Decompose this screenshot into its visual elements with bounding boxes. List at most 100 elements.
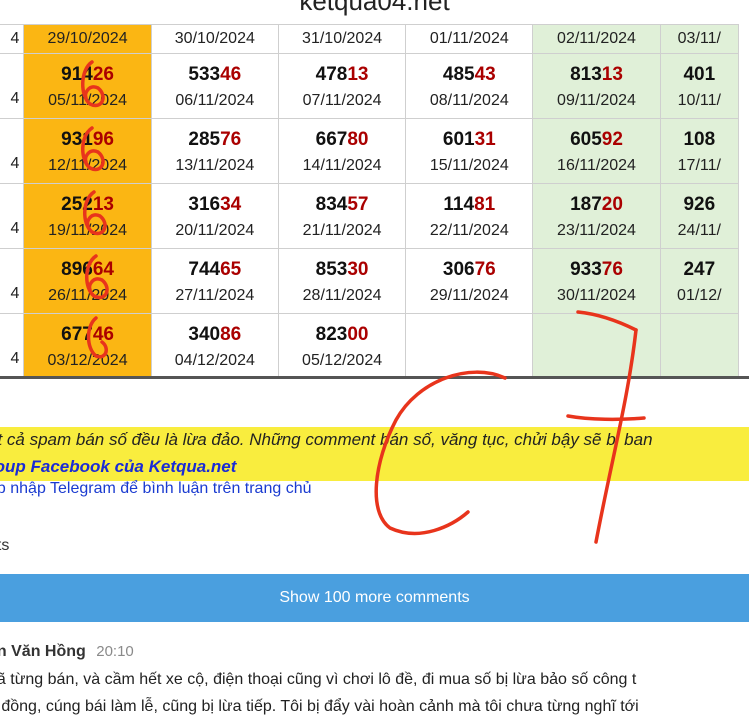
result-date: 12/11/2024	[48, 157, 127, 174]
comment-text-line-2: ô đồng, cúng bái làm lễ, cũng bị lừa tiế…	[0, 698, 639, 715]
result-date: 27/11/2024	[175, 287, 255, 304]
result-number: 18720	[534, 194, 659, 216]
result-number-suffix: 26	[92, 64, 114, 85]
result-number-suffix: 31	[474, 129, 496, 150]
result-cell: 60592 16/11/2024	[532, 118, 661, 184]
notice-text: ất cả spam bán số đều là lừa đảo. Những …	[0, 430, 653, 449]
result-number: 74465	[152, 259, 277, 281]
comment-author[interactable]: ễn Văn Hồng 20:10	[0, 643, 134, 661]
result-cell: 85330 28/11/2024	[277, 248, 407, 314]
result-number-prefix: 914	[61, 64, 93, 85]
result-number-suffix: 76	[474, 259, 496, 280]
header-date-cell: 30/10/2024	[150, 24, 279, 54]
result-date: 16/11/2024	[557, 157, 636, 174]
result-number-suffix: 81	[474, 194, 496, 215]
header-date: 31/10/2024	[302, 30, 383, 47]
result-date: 13/11/2024	[175, 157, 255, 174]
result-date: 03/12/2024	[47, 352, 128, 369]
result-number-suffix: 30	[347, 259, 369, 280]
header-date-cell: 02/11/2024	[532, 24, 661, 54]
result-cell: 53346 06/11/2024	[150, 53, 279, 119]
result-number-prefix: 485	[442, 64, 475, 85]
result-number-suffix: 13	[347, 64, 369, 85]
result-number: 53346	[152, 64, 277, 86]
comments-label: nts	[0, 537, 10, 554]
result-cell: 401 10/11/	[659, 53, 740, 119]
result-number: 82300	[279, 324, 404, 346]
result-cell: 31634 20/11/2024	[150, 183, 279, 249]
row-marker: 4	[10, 220, 20, 237]
result-number-suffix: 57	[347, 194, 369, 215]
result-number-prefix: 285	[188, 129, 221, 150]
table-row: 4 93196 12/11/2024 28576 13/11/2024 66780 14/1…	[0, 118, 740, 184]
result-cell: 67746 03/12/2024	[23, 313, 152, 379]
result-cell: 74465 27/11/2024	[150, 248, 279, 314]
result-date: 17/11/	[677, 157, 721, 174]
result-number: 31634	[152, 194, 277, 216]
result-cell: 34086 04/12/2024	[150, 313, 279, 379]
result-number: 30676	[407, 259, 532, 281]
result-number-suffix: 34	[220, 194, 242, 215]
result-number-prefix: 247	[683, 259, 716, 280]
result-cell: 91426 05/11/2024	[23, 53, 152, 119]
result-date: 29/11/2024	[429, 287, 509, 304]
header-date-cell: 29/10/2024	[23, 24, 152, 54]
result-number-suffix: 46	[220, 64, 242, 85]
result-number: 926	[661, 194, 737, 216]
result-number: 60592	[534, 129, 659, 151]
handwritten-seven-bar	[566, 414, 646, 422]
result-number-suffix: 46	[92, 324, 114, 345]
comment-text-line-1: đã từng bán, và cầm hết xe cộ, điện thoạ…	[0, 671, 637, 688]
result-number-suffix: 64	[92, 259, 114, 280]
result-date: 26/11/2024	[48, 287, 127, 304]
result-number: 48543	[407, 64, 532, 86]
result-number: 67746	[25, 324, 150, 346]
result-number-prefix: 823	[315, 324, 348, 345]
result-cell: 47813 07/11/2024	[277, 53, 407, 119]
result-cell: 93376 30/11/2024	[532, 248, 661, 314]
result-number-suffix: 92	[601, 129, 623, 150]
row-marker: 4	[10, 155, 20, 172]
comment-author-name: ễn Văn Hồng	[0, 643, 86, 660]
result-number-prefix: 306	[442, 259, 475, 280]
result-cell: 247 01/12/	[659, 248, 740, 314]
table-bottom-border	[0, 376, 749, 379]
result-date: 24/11/	[677, 222, 721, 239]
result-number-prefix: 340	[188, 324, 221, 345]
result-number-prefix: 601	[442, 129, 475, 150]
row-marker-cell: 4	[0, 118, 25, 184]
result-date: 21/11/2024	[302, 222, 382, 239]
result-number-prefix: 478	[315, 64, 348, 85]
result-number-suffix: 43	[474, 64, 496, 85]
result-cell: 30676 29/11/2024	[405, 248, 534, 314]
result-number: 34086	[152, 324, 277, 346]
row-marker-cell: 4	[0, 313, 25, 379]
result-date: 08/11/2024	[429, 92, 509, 109]
result-cell: 60131 15/11/2024	[405, 118, 534, 184]
result-date: 14/11/2024	[302, 157, 382, 174]
result-number-prefix: 401	[683, 64, 716, 85]
telegram-login-link[interactable]: ập nhập Telegram để bình luận trên trang…	[0, 480, 312, 498]
result-date: 06/11/2024	[175, 92, 255, 109]
row-marker-cell: 4	[0, 24, 25, 54]
show-more-comments-button[interactable]: Show 100 more comments	[0, 574, 749, 622]
result-number-prefix: 931	[61, 129, 93, 150]
result-number-prefix: 926	[683, 194, 716, 215]
result-date: 20/11/2024	[175, 222, 255, 239]
result-date: 30/11/2024	[557, 287, 636, 304]
result-date: 15/11/2024	[429, 157, 509, 174]
result-date: 22/11/2024	[429, 222, 509, 239]
facebook-group-link[interactable]: roup Facebook của Ketqua.net	[0, 457, 236, 477]
result-cell: 926 24/11/	[659, 183, 740, 249]
result-date: 01/12/	[677, 287, 722, 304]
result-date: 28/11/2024	[302, 287, 382, 304]
header-date: 02/11/2024	[557, 30, 636, 47]
result-cell: 93196 12/11/2024	[23, 118, 152, 184]
result-number-suffix: 13	[92, 194, 114, 215]
row-marker: 4	[10, 350, 20, 367]
result-cell: 25213 19/11/2024	[23, 183, 152, 249]
result-cell: 18720 23/11/2024	[532, 183, 661, 249]
result-number-prefix: 605	[570, 129, 602, 150]
table-row: 4 67746 03/12/2024 34086 04/12/2024 82300 05/1…	[0, 313, 740, 379]
result-cell: 83457 21/11/2024	[277, 183, 407, 249]
